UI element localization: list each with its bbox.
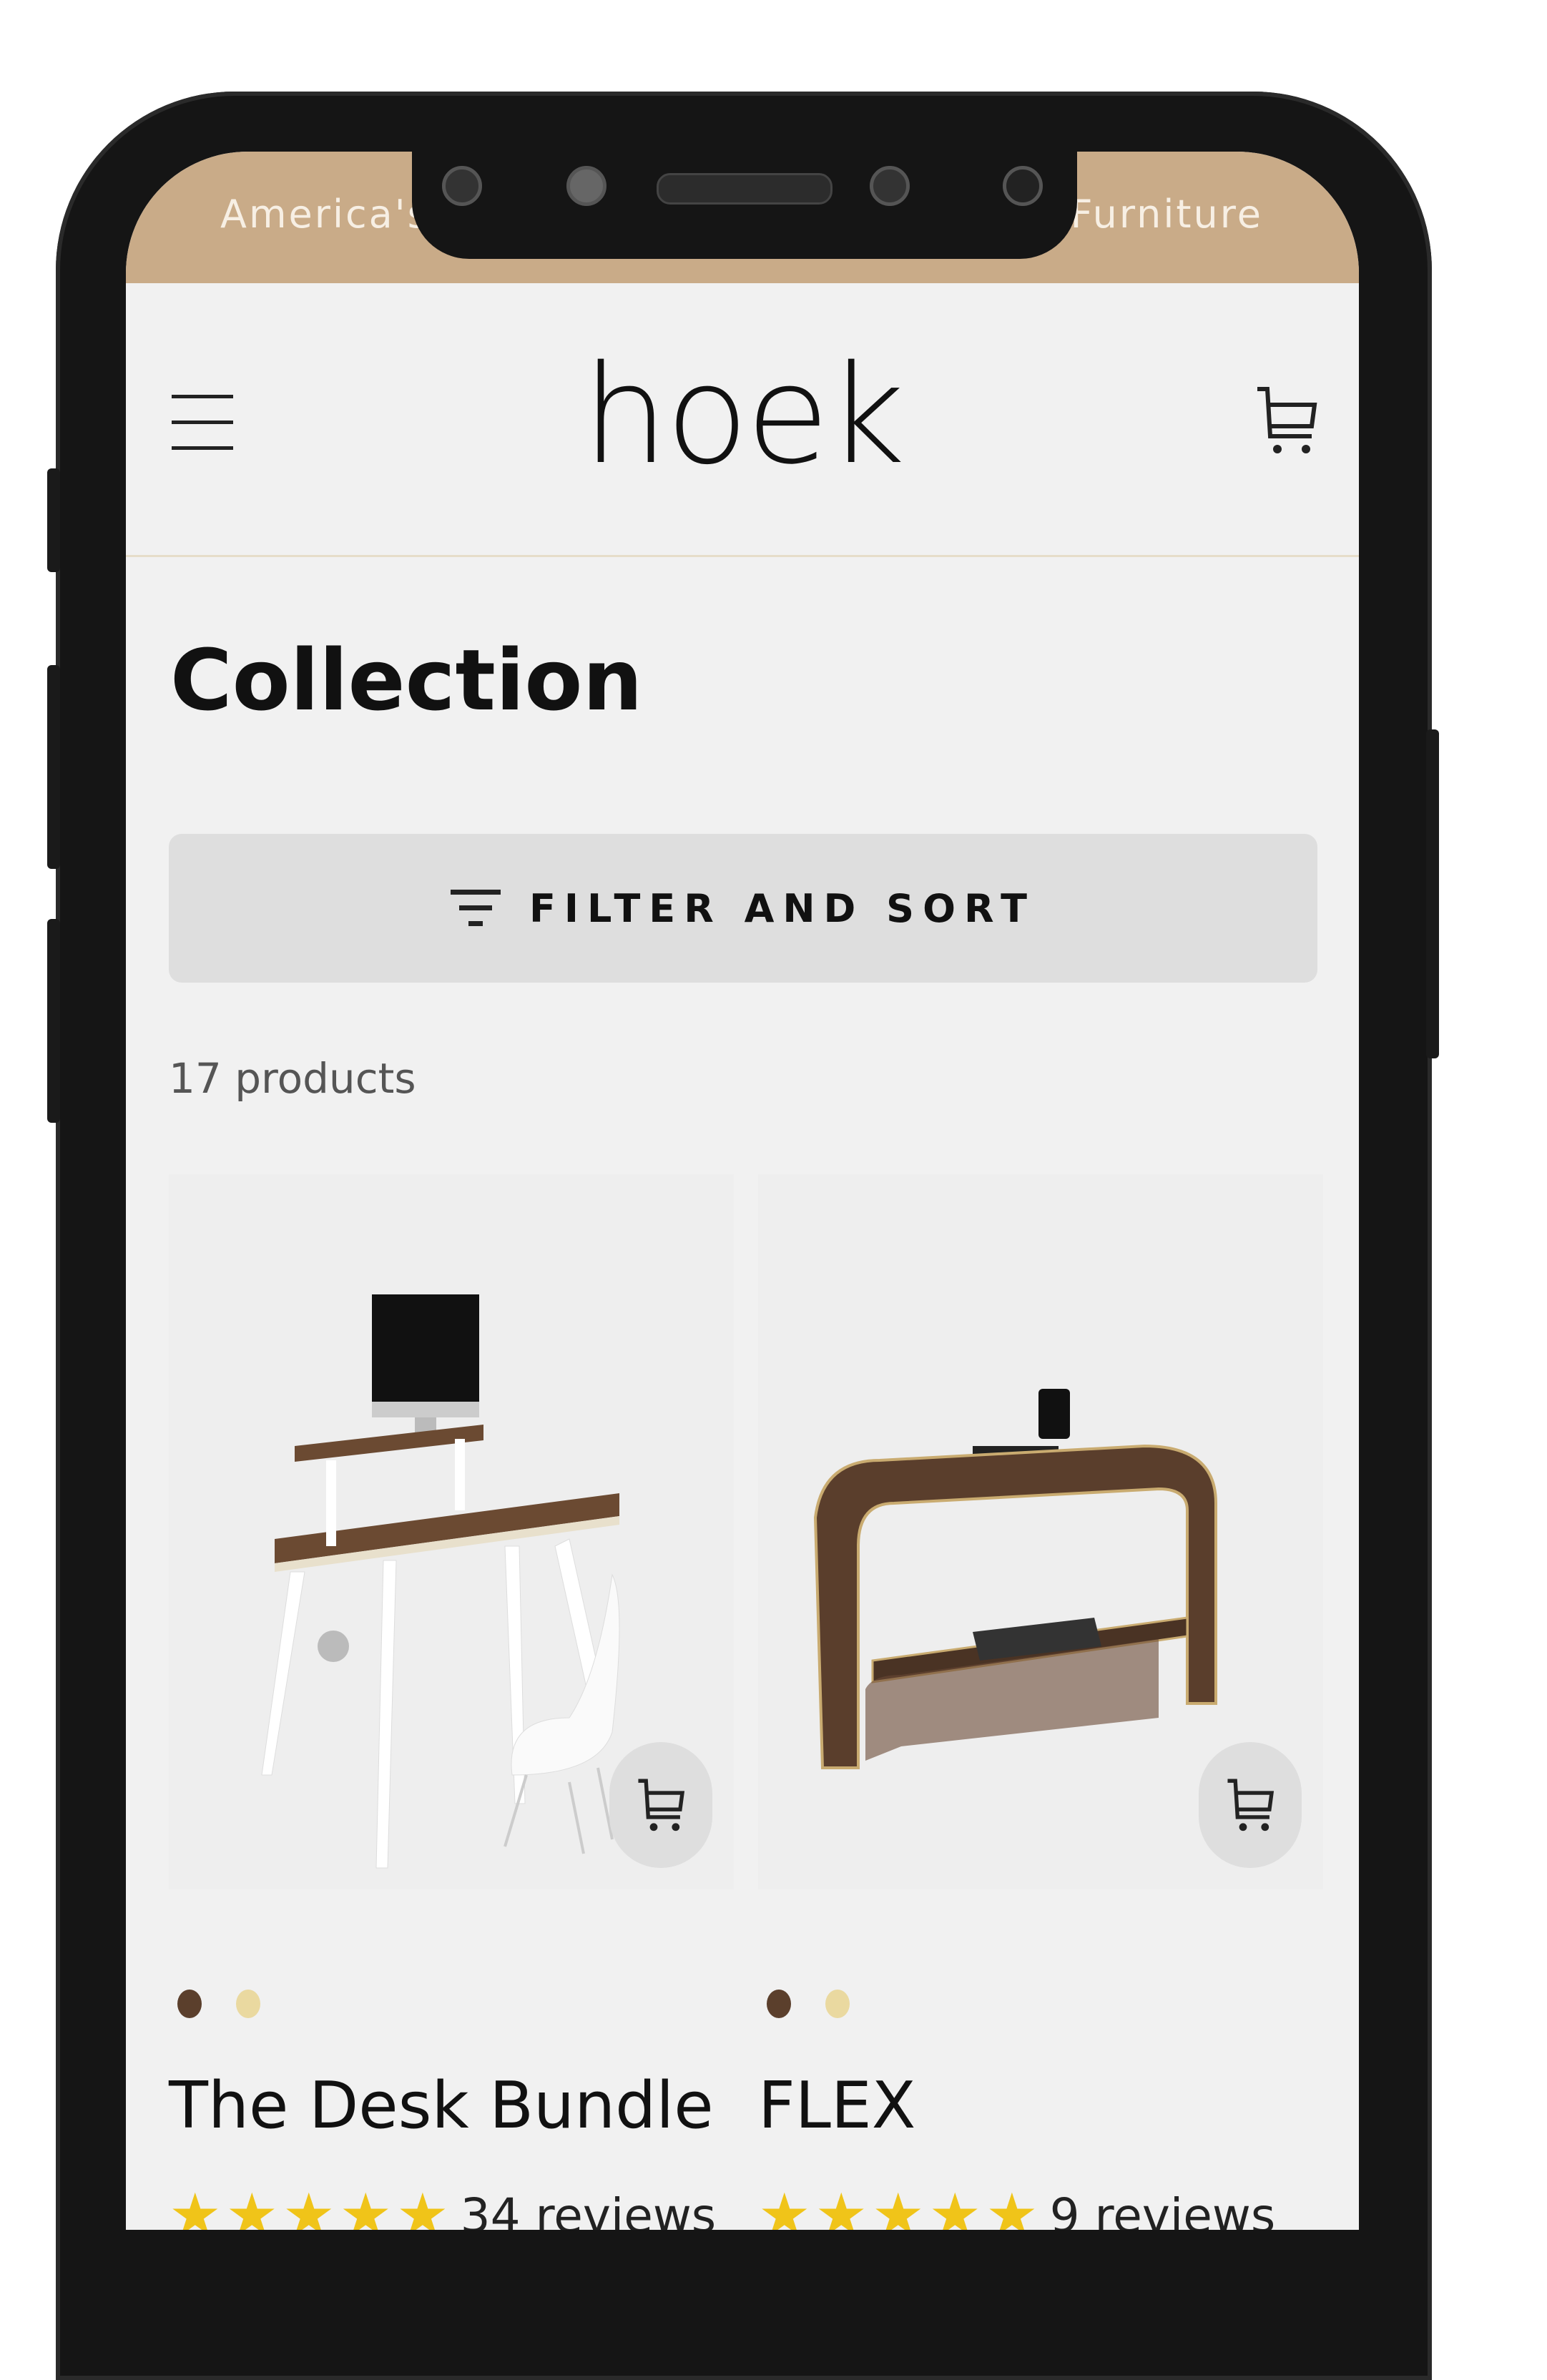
cart-icon bbox=[1227, 1779, 1275, 1831]
product-rating: ★ ★ ★ ★ ★ 9 reviews bbox=[758, 2181, 1323, 2231]
star-icon: ★ bbox=[339, 2181, 393, 2231]
sensor-icon bbox=[870, 166, 910, 206]
sensor-icon bbox=[442, 166, 482, 206]
star-icon: ★ bbox=[283, 2181, 335, 2231]
product-image[interactable] bbox=[169, 1174, 734, 1889]
product-name[interactable]: FLEX bbox=[758, 2068, 1323, 2143]
star-icon: ★ bbox=[396, 2181, 449, 2231]
star-icon: ★ bbox=[872, 2181, 925, 2231]
color-swatches bbox=[758, 1990, 1323, 2018]
product-name[interactable]: The Desk Bundle bbox=[169, 2068, 734, 2143]
filter-icon bbox=[451, 890, 501, 926]
screen: America's Furniture hoek Collection FILT… bbox=[126, 152, 1359, 2230]
swatch-maple[interactable] bbox=[236, 1990, 260, 2018]
swatch-maple[interactable] bbox=[825, 1990, 850, 2018]
cart-icon bbox=[638, 1779, 685, 1831]
swatch-walnut[interactable] bbox=[767, 1990, 791, 2018]
phone-mute-button bbox=[47, 468, 60, 572]
cart-icon[interactable] bbox=[1254, 383, 1319, 458]
star-icon: ★ bbox=[928, 2181, 982, 2231]
page-title: Collection bbox=[170, 631, 643, 729]
front-camera-icon bbox=[1003, 166, 1043, 206]
sensor-icon bbox=[566, 166, 606, 206]
phone-volume-up-button bbox=[47, 665, 60, 869]
product-card[interactable]: FLEX ★ ★ ★ ★ ★ 9 reviews bbox=[758, 1174, 1323, 2230]
swatch-walnut[interactable] bbox=[177, 1990, 202, 2018]
filter-and-sort-button[interactable]: FILTER AND SORT bbox=[169, 834, 1317, 983]
product-count: 17 products bbox=[169, 1054, 416, 1103]
star-icon: ★ bbox=[815, 2181, 868, 2231]
speaker-grille bbox=[657, 173, 833, 205]
review-count: 9 reviews bbox=[1049, 2188, 1276, 2231]
add-to-cart-button[interactable] bbox=[609, 1742, 712, 1868]
star-icon: ★ bbox=[225, 2181, 279, 2231]
banner-text-left: America's bbox=[220, 192, 430, 237]
site-header: hoek bbox=[126, 283, 1359, 557]
phone-notch bbox=[412, 152, 1077, 259]
phone-volume-down-button bbox=[47, 919, 60, 1123]
star-icon: ★ bbox=[986, 2181, 1038, 2231]
color-swatches bbox=[169, 1990, 734, 2018]
product-rating: ★ ★ ★ ★ ★ 34 reviews bbox=[169, 2181, 734, 2231]
filter-label: FILTER AND SORT bbox=[529, 885, 1036, 931]
product-card[interactable]: The Desk Bundle ★ ★ ★ ★ ★ 34 reviews bbox=[169, 1174, 734, 2230]
star-icon: ★ bbox=[758, 2181, 811, 2231]
review-count: 34 reviews bbox=[460, 2188, 717, 2231]
product-image[interactable] bbox=[758, 1174, 1323, 1889]
star-icon: ★ bbox=[169, 2181, 222, 2231]
logo[interactable]: hoek bbox=[126, 348, 1359, 483]
add-to-cart-button[interactable] bbox=[1199, 1742, 1302, 1868]
phone-power-button bbox=[1426, 729, 1439, 1058]
banner-text-right: Furniture bbox=[1070, 192, 1263, 237]
